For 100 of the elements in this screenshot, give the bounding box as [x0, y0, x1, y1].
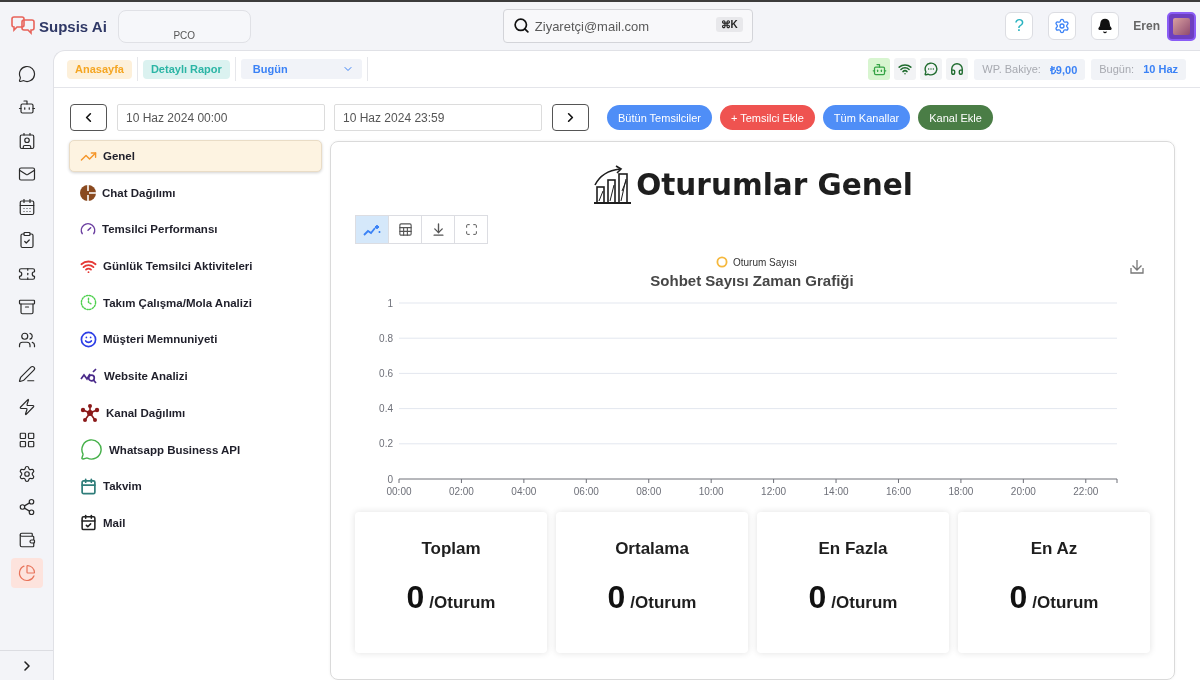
y-tick-label: 0: [387, 473, 393, 485]
filter-button[interactable]: Kanal Ekle: [918, 105, 993, 130]
x-tick-label: 22:00: [1073, 486, 1099, 497]
settings-icon: [1054, 18, 1071, 34]
legend-label: Oturum Sayısı: [733, 256, 797, 268]
calendar-check-icon: [80, 514, 97, 532]
clock-icon: [80, 294, 97, 312]
logo-icon: [10, 16, 36, 36]
mail-icon: [17, 164, 36, 183]
report-menu-item[interactable]: Takım Çalışma/Mola Analizi: [69, 286, 322, 319]
x-tick-label: 20:00: [1010, 486, 1036, 497]
stat-unit: /Oturum: [630, 593, 697, 613]
balance-value: ₺9,00: [1049, 62, 1078, 77]
report-menu-item[interactable]: Chat Dağılımı: [69, 176, 322, 209]
calendar-icon: [17, 198, 36, 217]
report-menu-item[interactable]: Kanal Dağılımı: [69, 396, 322, 429]
previous-button[interactable]: [70, 104, 107, 131]
y-tick-label: 0.8: [379, 332, 393, 344]
table-icon: [397, 222, 413, 237]
x-tick-label: 10:00: [698, 486, 724, 497]
x-tick-label: 14:00: [823, 486, 849, 497]
headphones-icon: [950, 62, 965, 76]
fullscreen-icon: [464, 223, 478, 236]
report-menu-item[interactable]: Genel: [69, 140, 322, 172]
shortcut-badge: ⌘K: [715, 17, 743, 32]
users-icon: [17, 331, 36, 350]
balance-label: WP. Bakiye:: [982, 63, 1041, 75]
stat-title: En Fazla: [818, 539, 888, 559]
start-date-field[interactable]: 10 Haz 2024 00:00: [117, 104, 325, 131]
date-value: 10 Haz: [1143, 63, 1178, 75]
pie-chart-icon: [17, 564, 36, 583]
stat-value: 0: [1009, 579, 1028, 616]
brand-name: Supsis Ai: [39, 17, 107, 35]
x-tick-label: 06:00: [573, 486, 599, 497]
stat-value: 0: [808, 579, 827, 616]
archive-icon: [17, 298, 36, 317]
x-tick-label: 04:00: [511, 486, 537, 497]
x-tick-label: 00:00: [386, 486, 412, 497]
smiley-icon: [80, 330, 97, 348]
status-button[interactable]: [946, 58, 969, 80]
y-tick-label: 1: [387, 297, 393, 309]
stat-unit: /Oturum: [429, 593, 496, 613]
contact-card-icon: [17, 131, 36, 150]
stat-unit: /Oturum: [1032, 593, 1099, 613]
status-button[interactable]: [868, 58, 891, 80]
sparkle-line-chart-icon: [363, 222, 381, 237]
y-tick-label: 0.2: [379, 438, 393, 450]
robot-icon: [871, 61, 887, 77]
settings-button[interactable]: [1048, 12, 1077, 40]
pen-icon: [17, 364, 36, 383]
stat-title: En Az: [1030, 539, 1078, 559]
settings-icon: [17, 464, 36, 483]
bar-chart-sketch-icon: [592, 165, 633, 205]
x-tick-label: 12:00: [761, 486, 787, 497]
y-tick-label: 0.4: [379, 403, 393, 415]
report-menu-item[interactable]: Whatsapp Business API: [69, 433, 322, 466]
x-tick-label: 08:00: [636, 486, 662, 497]
stat-value: 0: [406, 579, 425, 616]
y-tick-label: 0.6: [379, 367, 393, 379]
grid-icon: [17, 431, 36, 450]
chart-title: Sohbet Sayısı Zaman Grafiği: [650, 272, 854, 289]
share-icon: [17, 497, 36, 516]
report-menu-item[interactable]: Mail: [69, 506, 322, 539]
date-label: Bugün:: [1099, 63, 1135, 75]
bell-icon: [1097, 18, 1114, 34]
lightning-icon: [17, 397, 36, 416]
stat-title: Ortalama: [615, 539, 689, 559]
report-title: Oturumlar Genel: [636, 168, 913, 202]
checklist-icon: [17, 231, 36, 250]
next-button[interactable]: [552, 104, 589, 131]
chat-bubble-icon: [17, 65, 36, 83]
workspace-selector[interactable]: PCO: [117, 9, 251, 43]
avatar-image: [1173, 17, 1190, 35]
report-menu-item[interactable]: Temsilci Performansı: [69, 213, 322, 246]
chart-tool-button[interactable]: [388, 215, 422, 244]
network-icon: [80, 403, 100, 422]
status-button[interactable]: [894, 58, 917, 80]
chart-search-icon: [80, 368, 98, 385]
calendar-icon: [80, 477, 97, 495]
x-tick-label: 16:00: [885, 486, 911, 497]
report-menu-item[interactable]: Müşteri Memnuniyeti: [69, 323, 322, 356]
status-button[interactable]: [920, 58, 943, 80]
report-menu-item[interactable]: Website Analizi: [69, 360, 322, 393]
x-tick-label: 02:00: [448, 486, 474, 497]
user-name: Eren: [1133, 19, 1160, 33]
end-date-field[interactable]: 10 Haz 2024 23:59: [334, 104, 542, 131]
report-menu-item[interactable]: Günlük Temsilci Aktiviteleri: [69, 250, 322, 283]
chart-tool-button[interactable]: [421, 215, 455, 244]
download-icon[interactable]: [1130, 259, 1144, 274]
wallet-icon: [17, 531, 36, 550]
search-icon: [512, 17, 530, 34]
pie-chart-icon: [80, 184, 96, 201]
chat-bubble-icon: [80, 438, 103, 461]
avatar[interactable]: [1167, 11, 1196, 41]
report-menu-item[interactable]: Takvim: [69, 470, 322, 503]
x-tick-label: 18:00: [948, 486, 974, 497]
robot-icon: [17, 98, 36, 117]
stat-unit: /Oturum: [831, 593, 898, 613]
notifications-button[interactable]: [1091, 12, 1120, 40]
chat-bubble-icon: [924, 62, 939, 76]
